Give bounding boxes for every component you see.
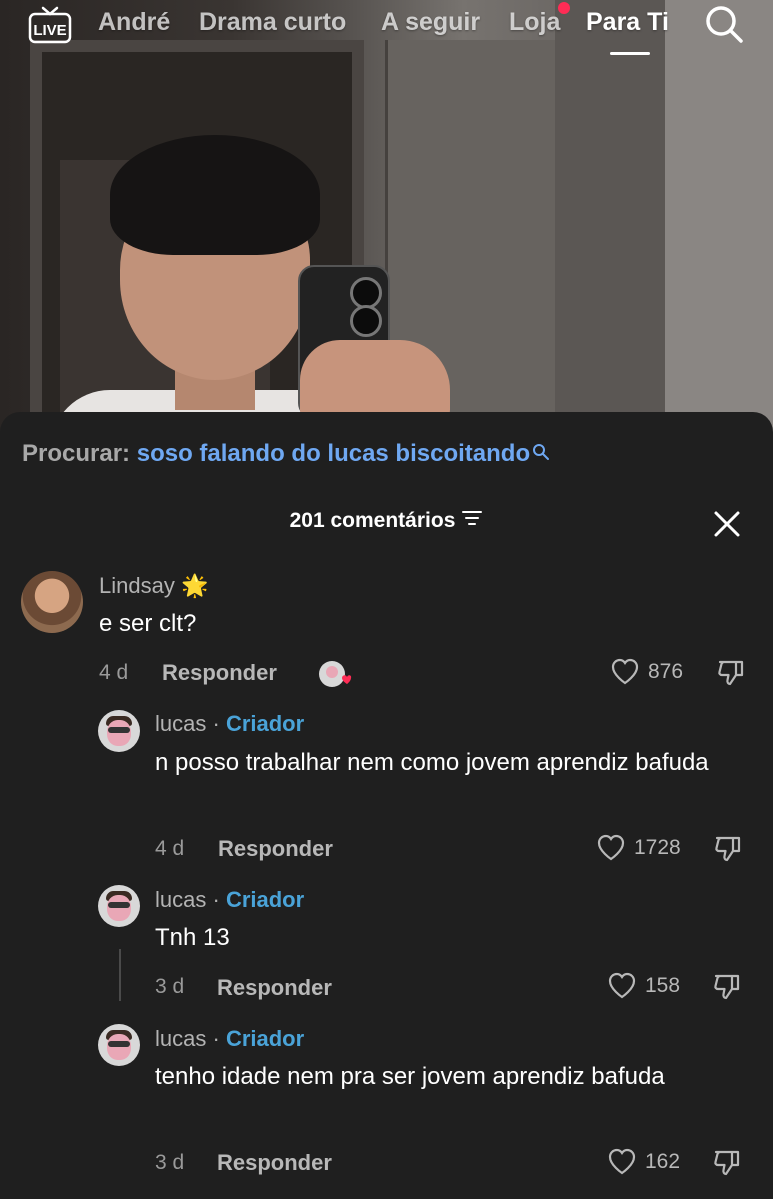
- search-icon: [532, 440, 550, 468]
- search-suggestion-query[interactable]: soso falando do lucas biscoitando: [137, 440, 530, 467]
- reply-button[interactable]: Responder: [217, 975, 332, 1001]
- comment-username[interactable]: lucas · Criador: [155, 887, 304, 913]
- comment-username[interactable]: lucas · Criador: [155, 1026, 304, 1052]
- tab-loja[interactable]: Loja: [509, 8, 560, 37]
- creator-liked-icon: [318, 660, 352, 690]
- like-count: 158: [645, 974, 681, 997]
- thread-line: [119, 949, 121, 1001]
- avatar[interactable]: [21, 571, 83, 633]
- live-label: LIVE: [33, 22, 66, 39]
- comment-text: n posso trabalhar nem como jovem aprendi…: [155, 749, 709, 776]
- wall: [665, 0, 773, 440]
- comment-age: 3 d: [155, 975, 185, 998]
- video-background[interactable]: [0, 0, 773, 440]
- comment-text: e ser clt?: [99, 610, 197, 637]
- heart-icon: [597, 834, 625, 861]
- like-button[interactable]: 158: [607, 972, 680, 1000]
- like-count: 1728: [634, 836, 681, 859]
- reply-button[interactable]: Responder: [217, 1150, 332, 1176]
- heart-icon: [608, 1148, 636, 1175]
- like-button[interactable]: 876: [610, 658, 683, 686]
- like-count: 162: [645, 1150, 681, 1173]
- creator-badge: Criador: [225, 1026, 305, 1051]
- creator-badge: Criador: [225, 887, 305, 912]
- wardrobe-panel: [555, 0, 665, 440]
- search-suggestion-label: Procurar:: [22, 440, 131, 467]
- comment-username[interactable]: lucas · Criador: [155, 711, 304, 737]
- avatar[interactable]: [98, 1024, 140, 1066]
- tab-andre[interactable]: André: [98, 8, 170, 37]
- tab-para-ti[interactable]: Para Ti: [586, 8, 669, 37]
- tab-drama-curto[interactable]: Drama curto: [199, 8, 346, 37]
- avatar[interactable]: [98, 710, 140, 752]
- search-icon[interactable]: [703, 3, 745, 45]
- live-icon[interactable]: LIVE: [28, 5, 72, 44]
- reply-button[interactable]: Responder: [162, 660, 277, 686]
- top-nav: LIVE André Drama curto A seguir Loja Par…: [0, 0, 773, 60]
- comments-count-header: 201 comentários: [0, 509, 773, 533]
- like-button[interactable]: 162: [607, 1148, 680, 1176]
- person-cap: [110, 135, 320, 255]
- comment-age: 4 d: [99, 661, 129, 684]
- camera-lens: [350, 305, 382, 337]
- heart-icon: [608, 972, 636, 999]
- comments-count: 201 comentários: [289, 509, 456, 532]
- notification-dot: [558, 2, 570, 14]
- comment-text: tenho idade nem pra ser jovem aprendiz b…: [155, 1063, 665, 1090]
- dislike-icon[interactable]: [712, 1148, 742, 1183]
- creator-badge: Criador: [225, 711, 305, 736]
- tab-a-seguir[interactable]: A seguir: [381, 8, 480, 37]
- person-hand: [300, 340, 450, 420]
- close-icon[interactable]: [712, 509, 742, 539]
- avatar[interactable]: [98, 885, 140, 927]
- comment-age: 4 d: [155, 837, 185, 860]
- active-tab-indicator: [610, 52, 650, 55]
- comment-username[interactable]: Lindsay 🌟: [99, 573, 208, 599]
- dislike-icon[interactable]: [713, 834, 743, 869]
- like-count: 876: [648, 660, 684, 683]
- dislike-icon[interactable]: [716, 658, 746, 693]
- star-badge-icon: 🌟: [180, 573, 209, 598]
- heart-icon: [611, 658, 639, 685]
- comment-text: Tnh 13: [155, 924, 230, 951]
- search-suggestion[interactable]: Procurar: soso falando do lucas biscoita…: [22, 440, 550, 468]
- filter-icon[interactable]: [461, 509, 483, 533]
- comment-age: 3 d: [155, 1151, 185, 1174]
- dislike-icon[interactable]: [712, 972, 742, 1007]
- reply-button[interactable]: Responder: [218, 836, 333, 862]
- like-button[interactable]: 1728: [596, 834, 681, 862]
